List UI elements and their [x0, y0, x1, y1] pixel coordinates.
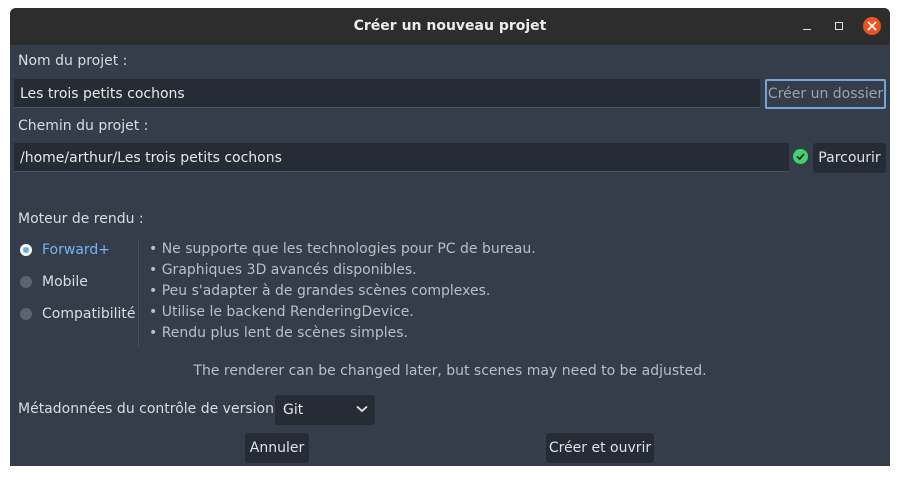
browse-button[interactable]: Parcourir [813, 143, 886, 173]
close-icon [867, 21, 877, 31]
project-path-input[interactable]: /home/arthur/Les trois petits cochons [14, 143, 789, 172]
cancel-button[interactable]: Annuler [245, 433, 309, 463]
renderer-divider [138, 240, 139, 346]
radio-mobile[interactable] [20, 276, 32, 288]
radio-label-compatibility[interactable]: Compatibilité [42, 306, 135, 322]
title-bar[interactable]: Créer un nouveau projet [10, 8, 890, 45]
radio-forward-plus[interactable] [20, 244, 32, 256]
renderer-description-line: • Utilise le backend RenderingDevice. [149, 304, 414, 320]
vcs-label: Métadonnées du contrôle de version : [18, 401, 284, 417]
new-project-dialog: Créer un nouveau projet Nom du projet : … [10, 8, 890, 466]
minimize-button[interactable] [798, 17, 816, 35]
close-button[interactable] [863, 17, 881, 35]
window-title: Créer un nouveau projet [353, 18, 547, 34]
renderer-description-line: • Graphiques 3D avancés disponibles. [149, 262, 417, 278]
project-name-label: Nom du projet : [18, 53, 128, 69]
radio-label-forward-plus[interactable]: Forward+ [42, 242, 110, 258]
project-name-input[interactable]: Les trois petits cochons [14, 79, 760, 108]
renderer-description-line: • Rendu plus lent de scènes simples. [149, 325, 408, 341]
create-folder-button[interactable]: Créer un dossier [765, 79, 886, 109]
vcs-select-value: Git [283, 402, 304, 418]
radio-compatibility[interactable] [20, 308, 32, 320]
renderer-note: The renderer can be changed later, but s… [193, 363, 707, 379]
chevron-down-icon [356, 405, 368, 413]
vcs-select[interactable]: Git [275, 395, 375, 425]
renderer-label: Moteur de rendu : [18, 211, 144, 227]
renderer-description-line: • Ne supporte que les technologies pour … [149, 241, 536, 257]
create-and-open-button[interactable]: Créer et ouvrir [546, 433, 654, 463]
radio-label-mobile[interactable]: Mobile [42, 274, 88, 290]
maximize-button[interactable] [830, 17, 848, 35]
project-path-label: Chemin du projet : [18, 118, 149, 134]
renderer-description-line: • Peu s'adapter à de grandes scènes comp… [149, 283, 491, 299]
check-circle-icon [793, 149, 808, 164]
